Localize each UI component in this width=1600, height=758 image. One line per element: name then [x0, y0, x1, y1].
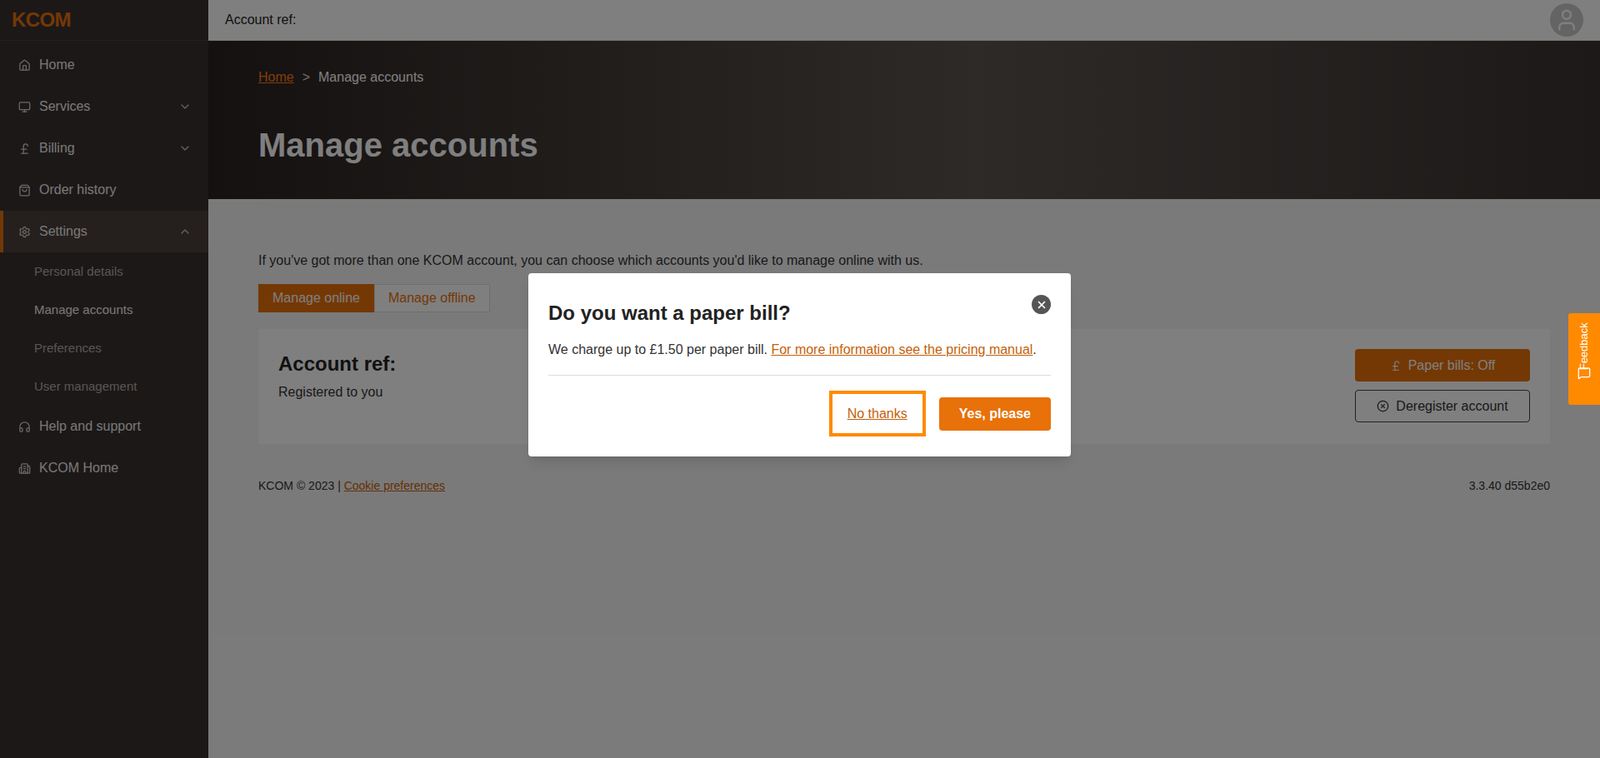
- close-button[interactable]: [1031, 295, 1051, 315]
- modal: Do you want a paper bill? We charge up to…: [528, 273, 1071, 457]
- divider: [548, 375, 1051, 376]
- modal-title: Do you want a paper bill?: [548, 298, 791, 329]
- modal-text: We charge up to £1.50 per paper bill. Fo…: [548, 340, 1051, 360]
- feedback-tab[interactable]: Feedback: [1568, 313, 1600, 405]
- close-icon: [1035, 299, 1048, 311]
- yes-button[interactable]: Yes, please: [939, 397, 1051, 431]
- pricing-link[interactable]: For more information see the pricing man…: [770, 342, 1033, 357]
- no-thanks-button[interactable]: No thanks: [829, 390, 926, 437]
- app: KCOMHomeServicesBillingOrder historySett…: [0, 0, 1600, 758]
